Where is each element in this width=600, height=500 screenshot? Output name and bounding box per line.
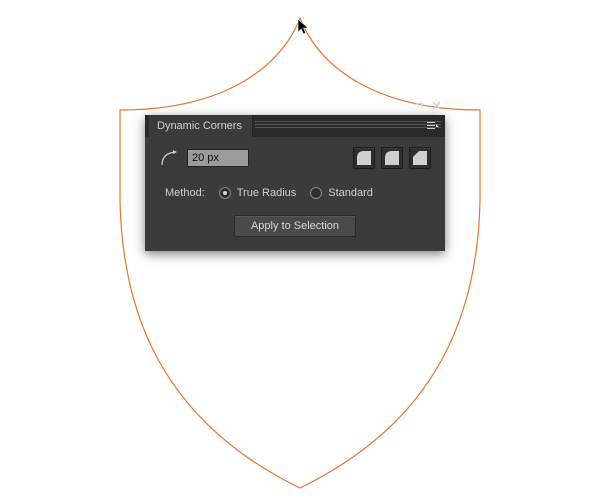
apply-row: Apply to Selection — [159, 215, 431, 237]
panel-title: Dynamic Corners — [157, 120, 242, 132]
collapse-icon[interactable] — [414, 102, 424, 110]
close-icon[interactable] — [432, 101, 441, 110]
radio-true-radius[interactable]: True Radius — [219, 187, 297, 199]
radio-dot-icon — [219, 187, 231, 199]
apply-button[interactable]: Apply to Selection — [234, 215, 356, 237]
corner-type-group — [353, 147, 431, 169]
panel-tab[interactable]: Dynamic Corners — [149, 115, 253, 137]
radio-dot-icon — [310, 187, 322, 199]
radio-standard[interactable]: Standard — [310, 187, 373, 199]
dynamic-corners-panel: Dynamic Corners 20 px — [145, 115, 445, 251]
corner-tool-icon — [159, 148, 179, 168]
method-label: Method: — [165, 187, 205, 199]
radio-true-radius-label: True Radius — [237, 187, 297, 199]
panel-window-controls — [414, 101, 441, 110]
panel-grip[interactable] — [255, 115, 441, 137]
radio-standard-label: Standard — [328, 187, 373, 199]
corner-type-round[interactable] — [353, 147, 375, 169]
corner-type-inverted-round[interactable] — [381, 147, 403, 169]
radius-row: 20 px — [159, 147, 431, 169]
panel-body: 20 px — [145, 137, 445, 251]
panel-menu-icon[interactable] — [425, 119, 441, 133]
method-row: Method: True Radius Standard — [159, 187, 431, 199]
radius-input[interactable]: 20 px — [187, 149, 249, 167]
panel-titlebar[interactable]: Dynamic Corners — [145, 115, 445, 137]
corner-type-chamfer[interactable] — [409, 147, 431, 169]
